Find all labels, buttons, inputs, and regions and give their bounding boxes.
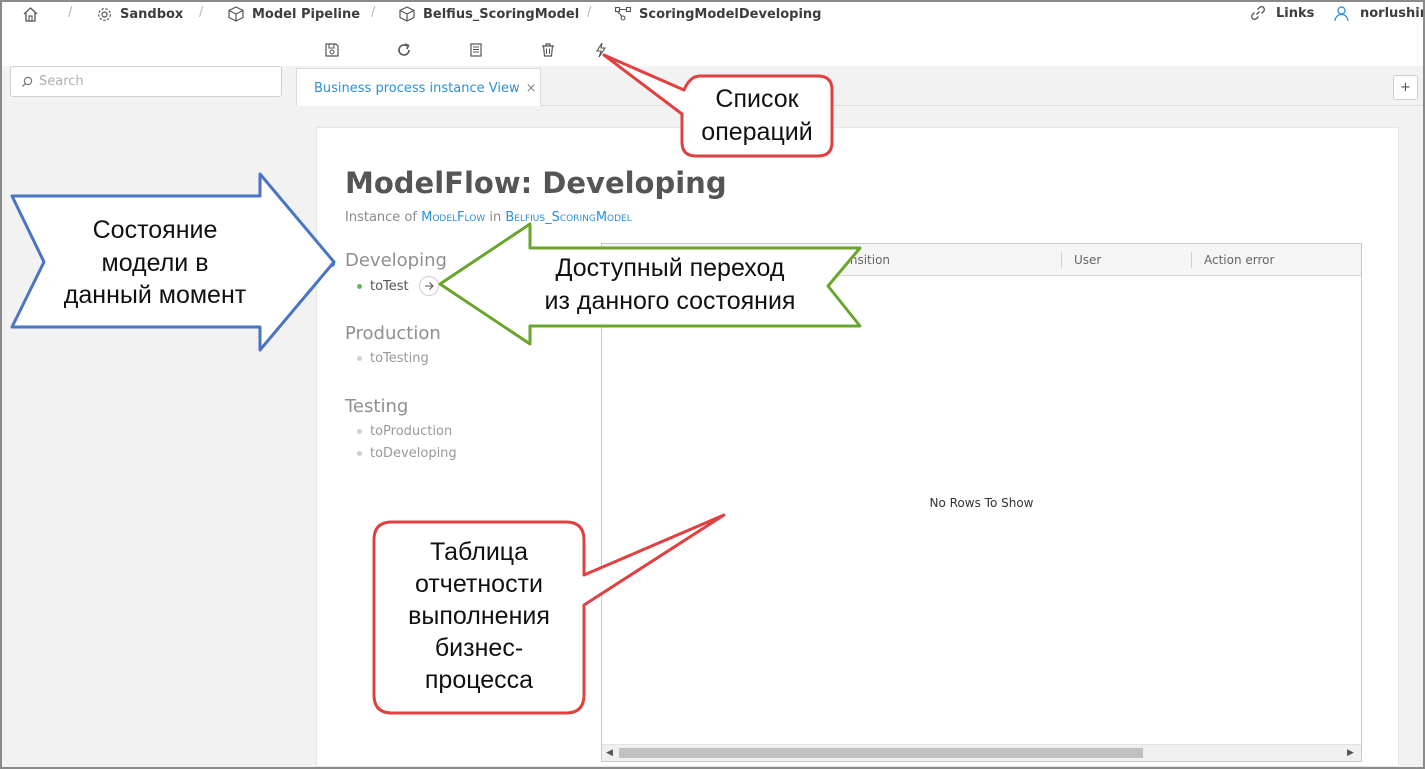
operations-callout-text: Список операций <box>684 83 830 148</box>
available-transition-text: Доступный переход из данного состояния <box>530 252 810 317</box>
current-state-text: Состояние модели в данный момент <box>44 214 266 312</box>
available-transition-label: Доступный переход из данного состояния <box>544 254 796 315</box>
report-table-text: Таблица отчетности выполнения бизнес- пр… <box>376 536 582 696</box>
report-table-label: Таблица отчетности выполнения бизнес- пр… <box>408 538 550 694</box>
operations-callout-label: Список операций <box>701 85 813 146</box>
current-state-label: Состояние модели в данный момент <box>63 216 247 309</box>
